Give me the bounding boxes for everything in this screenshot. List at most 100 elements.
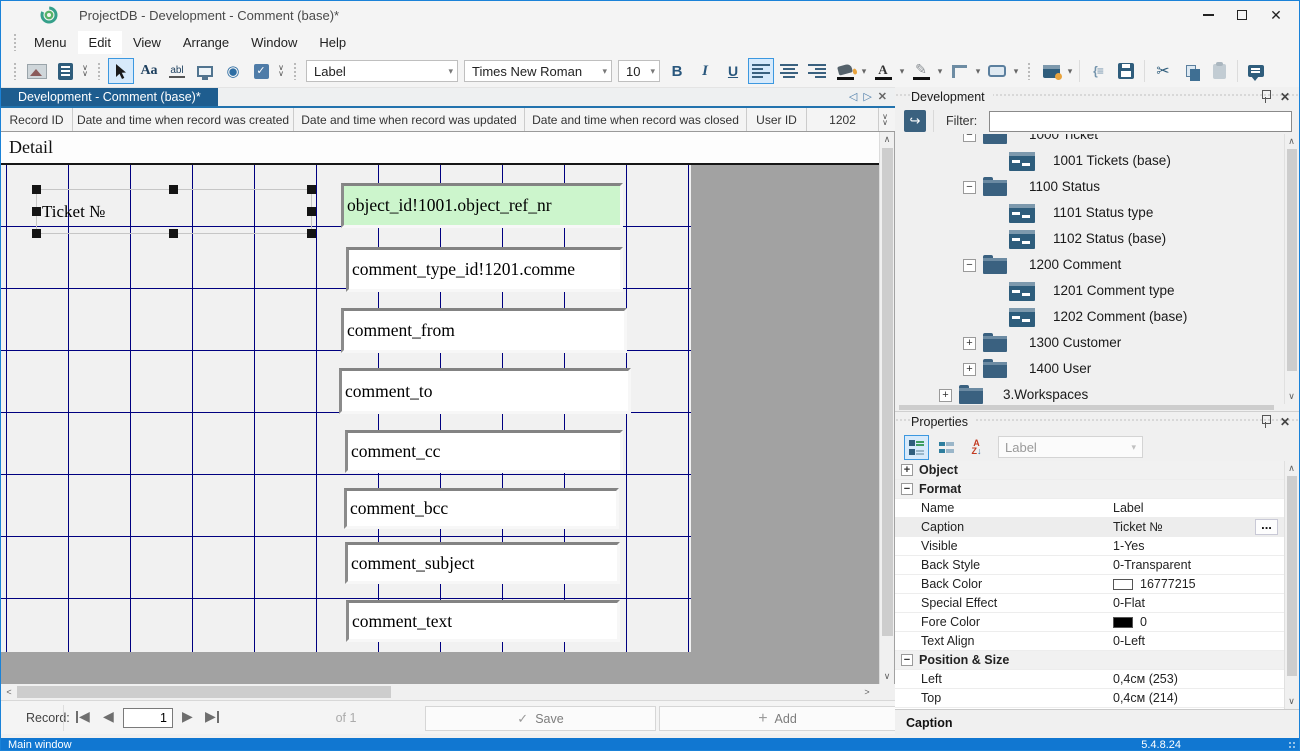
property-row-text-align[interactable]: Text Align0-Left xyxy=(895,632,1284,651)
cut-button[interactable]: ✂ xyxy=(1150,58,1176,84)
column-1202[interactable]: 1202 xyxy=(807,108,879,131)
close-panel-icon[interactable]: ✕ xyxy=(1280,416,1290,428)
collapse-icon[interactable] xyxy=(901,483,913,495)
property-row-left[interactable]: Left0,4см (253) xyxy=(895,670,1284,689)
more-tools-chevron[interactable] xyxy=(275,65,287,77)
record-last-button[interactable]: ▶ xyxy=(205,708,219,725)
collapse-icon[interactable] xyxy=(963,134,976,142)
record-previous-button[interactable]: ◀ xyxy=(103,708,114,725)
record-next-button[interactable]: ▶ xyxy=(182,708,193,725)
tab-scroll-right-icon[interactable]: ▷ xyxy=(863,90,871,103)
scroll-right-icon[interactable]: > xyxy=(861,687,873,697)
scrollbar-thumb[interactable] xyxy=(1287,149,1297,371)
close-panel-icon[interactable]: ✕ xyxy=(1280,91,1290,103)
column-closed[interactable]: Date and time when record was closed xyxy=(525,108,747,131)
scroll-down-icon[interactable]: ∨ xyxy=(1285,391,1298,402)
column-updated[interactable]: Date and time when record was updated xyxy=(294,108,525,131)
property-row-special-effect[interactable]: Special Effect0-Flat xyxy=(895,594,1284,613)
selection-handle[interactable] xyxy=(32,229,41,238)
menu-item-menu[interactable]: Menu xyxy=(23,31,78,54)
tree-item-3-workspaces[interactable]: 3.Workspaces xyxy=(895,382,1284,404)
toolbar-grip[interactable] xyxy=(97,62,101,80)
jump-to-object-button[interactable]: ↪ xyxy=(904,110,926,132)
selection-handle[interactable] xyxy=(169,185,178,194)
property-row-caption[interactable]: CaptionTicket №... xyxy=(895,518,1284,537)
selected-label-ticket-nr[interactable]: Ticket № xyxy=(36,189,312,234)
report-pages-button[interactable] xyxy=(52,58,78,84)
collapse-icon[interactable] xyxy=(901,654,913,666)
italic-button[interactable]: I xyxy=(692,58,718,84)
more-options-chevron[interactable] xyxy=(79,65,91,77)
column-overflow-chevron[interactable] xyxy=(879,114,891,126)
toolbar-grip[interactable] xyxy=(13,33,17,51)
tree-item-1001-tickets-base[interactable]: 1001 Tickets (base) xyxy=(895,148,1284,174)
line-color-button[interactable]: ✎ xyxy=(908,58,934,84)
property-row-top[interactable]: Top0,4см (214) xyxy=(895,689,1284,708)
column-record-id[interactable]: Record ID xyxy=(1,108,73,131)
property-category-format[interactable]: Format xyxy=(895,480,1284,499)
label-tool-button[interactable]: Aa xyxy=(136,58,162,84)
toolbar-grip[interactable] xyxy=(13,62,17,80)
style-select[interactable]: Label xyxy=(306,60,458,82)
expand-icon[interactable] xyxy=(939,389,952,402)
menu-item-arrange[interactable]: Arrange xyxy=(172,31,240,54)
selection-handle[interactable] xyxy=(307,207,316,216)
align-center-button[interactable] xyxy=(776,58,802,84)
paste-button[interactable] xyxy=(1206,58,1232,84)
property-row-name[interactable]: NameLabel xyxy=(895,499,1284,518)
tree-item-1400-user[interactable]: 1400 User xyxy=(895,356,1284,382)
font-size-select[interactable]: 10 xyxy=(618,60,660,82)
tab-scroll-left-icon[interactable]: ◁ xyxy=(849,90,857,103)
border-style-dropdown[interactable] xyxy=(973,66,983,77)
pin-icon[interactable] xyxy=(1261,90,1270,103)
menu-item-window[interactable]: Window xyxy=(240,31,308,54)
toolbar-grip[interactable] xyxy=(293,62,297,80)
sort-az-button[interactable]: AZ↓ xyxy=(964,435,989,460)
property-row-visible[interactable]: Visible1-Yes xyxy=(895,537,1284,556)
expand-icon[interactable] xyxy=(963,363,976,376)
toolbar-grip[interactable] xyxy=(1027,62,1031,80)
image-tool-button[interactable] xyxy=(24,58,50,84)
column-created[interactable]: Date and time when record was created xyxy=(73,108,294,131)
field-comment-bcc[interactable]: comment_bcc xyxy=(344,488,619,529)
index-list-button[interactable]: {≡ xyxy=(1085,58,1111,84)
copy-button[interactable] xyxy=(1178,58,1204,84)
collapse-icon[interactable] xyxy=(963,181,976,194)
field-comment-subject[interactable]: comment_subject xyxy=(345,542,620,584)
scrollbar-thumb[interactable] xyxy=(882,148,893,636)
categorized-view-button[interactable] xyxy=(904,435,929,460)
tree-item-1300-customer[interactable]: 1300 Customer xyxy=(895,330,1284,356)
selection-handle[interactable] xyxy=(307,185,316,194)
record-number-input[interactable] xyxy=(123,708,173,728)
canvas-horizontal-scrollbar[interactable]: < > xyxy=(1,684,895,700)
tree-horizontal-scrollbar[interactable] xyxy=(895,404,1284,411)
tree-item-1200-comment[interactable]: 1200 Comment xyxy=(895,252,1284,278)
underline-button[interactable]: U xyxy=(720,58,746,84)
line-color-dropdown[interactable] xyxy=(935,66,945,77)
scrollbar-thumb[interactable] xyxy=(899,405,1274,410)
detail-section-header[interactable]: Detail xyxy=(1,132,879,165)
window-options-button[interactable] xyxy=(1038,58,1064,84)
expand-icon[interactable] xyxy=(901,464,913,476)
align-right-button[interactable] xyxy=(804,58,830,84)
border-style-button[interactable] xyxy=(946,58,972,84)
scroll-up-icon[interactable]: ∧ xyxy=(1285,463,1298,474)
alphabetical-view-button[interactable] xyxy=(934,435,959,460)
expand-icon[interactable] xyxy=(963,337,976,350)
field-comment-cc[interactable]: comment_cc xyxy=(345,430,623,473)
pin-icon[interactable] xyxy=(1261,415,1270,428)
fill-color-button[interactable] xyxy=(832,58,858,84)
scroll-up-icon[interactable]: ∧ xyxy=(880,134,894,145)
font-color-button[interactable]: A xyxy=(870,58,896,84)
properties-vertical-scrollbar[interactable]: ∧ ∨ xyxy=(1284,461,1298,709)
field-comment-to[interactable]: comment_to xyxy=(339,368,631,414)
tree-item-1102-status-base[interactable]: 1102 Status (base) xyxy=(895,226,1284,252)
property-category-object[interactable]: Object xyxy=(895,461,1284,480)
selection-handle[interactable] xyxy=(169,229,178,238)
save-record-button[interactable]: ✓Save xyxy=(425,706,656,731)
close-button[interactable]: ✕ xyxy=(1259,1,1293,29)
selection-handle[interactable] xyxy=(307,229,316,238)
scroll-left-icon[interactable]: < xyxy=(3,687,15,697)
field-comment-from[interactable]: comment_from xyxy=(341,308,627,353)
property-category-position-size[interactable]: Position & Size xyxy=(895,651,1284,670)
